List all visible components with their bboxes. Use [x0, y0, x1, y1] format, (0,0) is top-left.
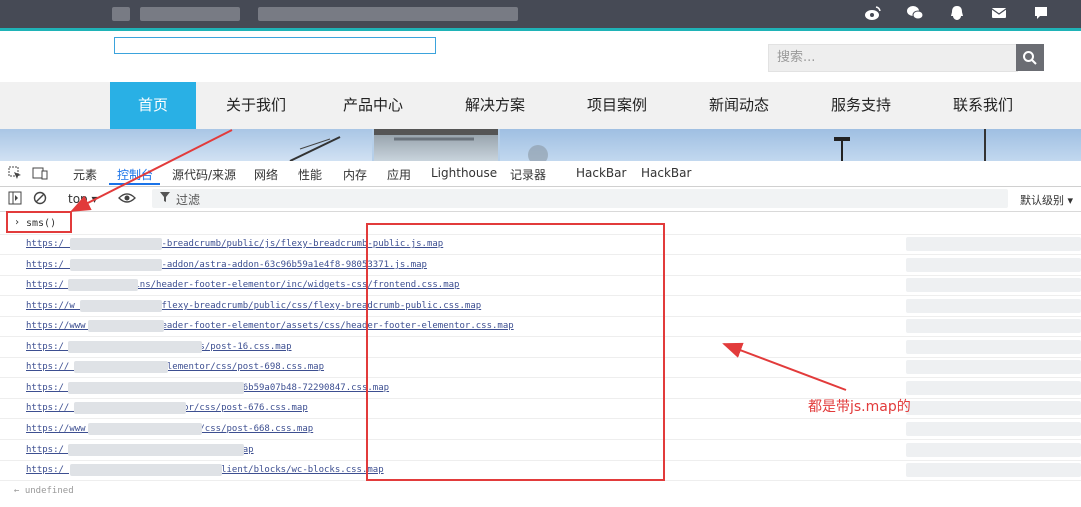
source-map-link[interactable]: https:// content/uploads/elementor/css/p… — [26, 362, 324, 372]
blurred-text — [906, 443, 1081, 457]
nav-item-cases[interactable]: 项目案例 — [556, 82, 678, 129]
filter-placeholder: 过滤 — [176, 193, 201, 207]
banner-image — [0, 129, 372, 161]
blurred-text — [68, 444, 244, 456]
nav-item-news[interactable]: 新闻动态 — [678, 82, 800, 129]
tab-hackbar-2[interactable]: HackBar — [641, 166, 691, 180]
blurred-text — [74, 361, 168, 373]
live-expression-eye-icon[interactable] — [118, 191, 136, 208]
console-return-value: ← undefined — [14, 486, 74, 496]
blurred-text — [258, 7, 518, 21]
site-top-bar — [0, 0, 1081, 28]
wechat-icon[interactable] — [905, 4, 925, 24]
tab-network[interactable]: 网络 — [254, 166, 278, 183]
filter-input[interactable]: 过滤 — [152, 189, 1008, 208]
blurred-text — [88, 320, 164, 332]
blurred-text — [70, 464, 222, 476]
message-icon[interactable] — [1031, 4, 1051, 24]
main-nav: 首页 关于我们 产品中心 解决方案 项目案例 新闻动态 服务支持 联系我们 — [0, 82, 1081, 129]
blurred-text — [112, 7, 130, 21]
mail-icon[interactable] — [989, 4, 1009, 24]
tab-recorder[interactable]: 记录器 — [510, 166, 546, 183]
blurred-text — [68, 279, 138, 291]
tab-hackbar-1[interactable]: HackBar — [576, 166, 626, 180]
blurred-text — [70, 259, 162, 271]
search-box[interactable] — [768, 44, 1018, 72]
device-toolbar-icon[interactable] — [32, 166, 48, 183]
return-arrow-icon: ← — [14, 486, 25, 496]
blurred-text — [906, 299, 1081, 313]
search-icon — [1023, 50, 1037, 65]
tab-elements[interactable]: 元素 — [73, 166, 97, 183]
blurred-text — [70, 238, 162, 250]
weibo-icon[interactable] — [863, 4, 883, 24]
console-toolbar: top ▾ 过滤 默认级别 ▾ — [0, 187, 1081, 212]
annotation-note: 都是带js.map的 — [808, 399, 911, 415]
blurred-text — [906, 237, 1081, 251]
search-button[interactable] — [1016, 44, 1044, 71]
search-input[interactable] — [769, 45, 1007, 69]
blurred-text — [906, 278, 1081, 292]
banner-image — [374, 129, 498, 161]
annotation-box-urls — [366, 223, 665, 481]
blurred-text — [906, 340, 1081, 354]
tab-lighthouse[interactable]: Lighthouse — [431, 166, 497, 180]
nav-item-solutions[interactable]: 解决方案 — [434, 82, 556, 129]
blurred-text — [906, 319, 1081, 333]
blurred-text — [906, 258, 1081, 272]
blurred-text — [906, 422, 1081, 436]
tab-performance[interactable]: 性能 — [298, 166, 322, 183]
inspect-element-icon[interactable] — [8, 166, 22, 183]
nav-item-home[interactable]: 首页 — [110, 82, 196, 129]
nav-item-support[interactable]: 服务支持 — [800, 82, 922, 129]
qq-icon[interactable] — [947, 4, 967, 24]
log-level-selector[interactable]: 默认级别 ▾ — [1020, 192, 1073, 208]
active-tab-indicator — [109, 183, 160, 185]
blurred-text — [88, 423, 202, 435]
tab-memory[interactable]: 内存 — [343, 166, 367, 183]
tab-sources[interactable]: 源代码/来源 — [172, 166, 236, 183]
blurred-text — [906, 401, 1081, 415]
context-selector[interactable]: top ▾ — [68, 192, 98, 206]
blurred-text — [68, 341, 202, 353]
blurred-text — [906, 360, 1081, 374]
logo-image-broken[interactable] — [114, 37, 436, 54]
filter-icon — [160, 191, 170, 206]
blurred-text — [80, 300, 162, 312]
annotation-box-command — [6, 211, 72, 233]
nav-item-about[interactable]: 关于我们 — [196, 82, 312, 129]
accent-line — [0, 28, 1081, 31]
hero-banner — [0, 129, 1081, 161]
clear-console-icon[interactable] — [33, 191, 47, 208]
tab-application[interactable]: 应用 — [387, 166, 411, 183]
tab-console[interactable]: 控制台 — [117, 166, 153, 183]
banner-image — [500, 129, 1081, 161]
blurred-text — [140, 7, 240, 21]
devtools-tab-bar: 元素 控制台 源代码/来源 网络 性能 内存 应用 Lighthouse 记录器… — [0, 161, 1081, 187]
sidebar-toggle-icon[interactable] — [8, 191, 22, 208]
blurred-text — [906, 463, 1081, 477]
blurred-text — [68, 382, 244, 394]
blurred-text — [74, 402, 186, 414]
blurred-text — [906, 381, 1081, 395]
nav-item-contact[interactable]: 联系我们 — [922, 82, 1044, 129]
nav-item-products[interactable]: 产品中心 — [312, 82, 434, 129]
